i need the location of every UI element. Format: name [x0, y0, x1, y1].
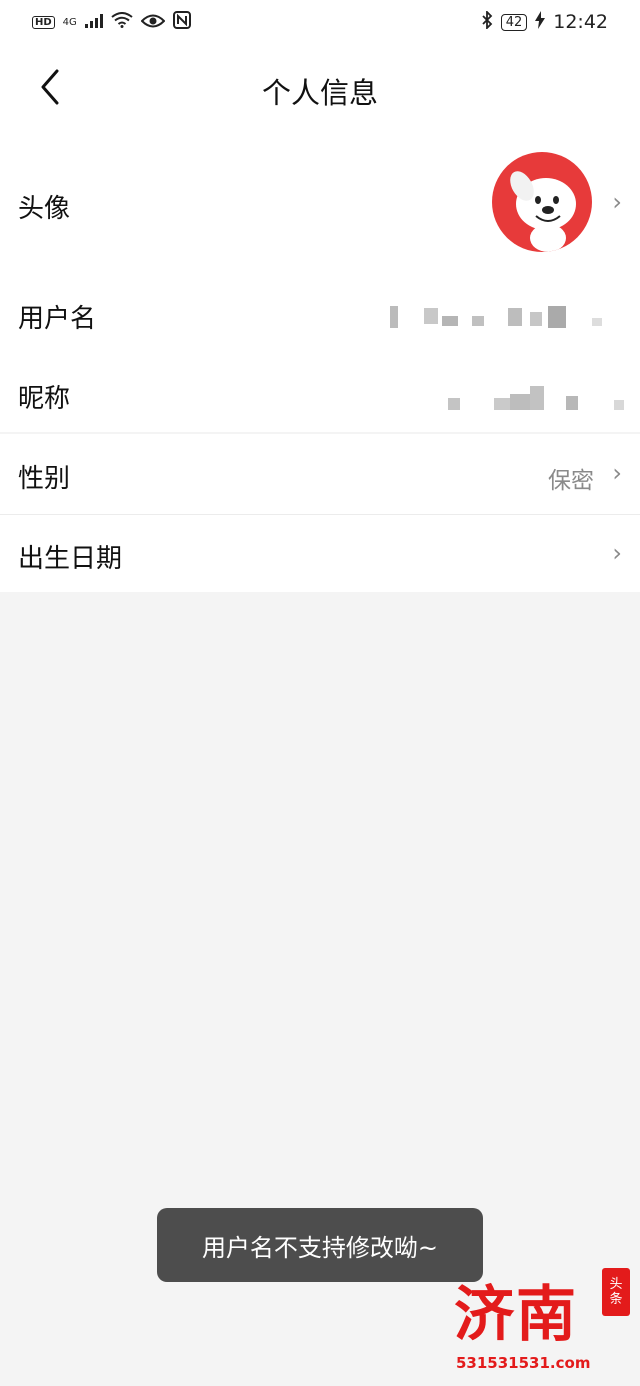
clock-time: 12:42 — [553, 11, 608, 33]
gender-value: 保密 — [548, 468, 594, 494]
nickname-label: 昵称 — [18, 384, 71, 414]
chevron-right-icon: › — [612, 539, 622, 567]
nickname-row[interactable]: 昵称 — [0, 354, 640, 432]
bluetooth-icon — [481, 9, 493, 34]
status-right: 42 12:42 — [481, 9, 608, 34]
watermark-url: 531531531.com — [456, 1354, 591, 1372]
birthday-label: 出生日期 — [18, 544, 123, 574]
watermark-badge-line1: 头 — [609, 1277, 623, 1292]
status-left: HD 4G — [32, 10, 191, 34]
chevron-right-icon: › — [612, 459, 622, 487]
nfc-icon — [172, 10, 191, 34]
page-title: 个人信息 — [261, 76, 378, 110]
mascot-dog-icon — [510, 171, 576, 252]
watermark-brand: 济南 — [454, 1280, 578, 1350]
toast-message: 用户名不支持修改呦~ — [157, 1208, 483, 1282]
nav-header: 个人信息 — [0, 44, 640, 134]
watermark-logo: 济南 头 条 531531531.com — [452, 1262, 632, 1380]
avatar-label: 头像 — [18, 194, 71, 224]
wifi-icon — [111, 11, 133, 33]
signal-icon — [84, 11, 103, 33]
eye-icon — [140, 11, 166, 33]
hd-icon: HD — [32, 15, 55, 29]
battery-icon: 42 — [500, 13, 528, 31]
charging-icon — [535, 10, 546, 34]
avatar[interactable] — [492, 152, 592, 252]
status-bar: HD 4G 42 12:42 — [0, 0, 640, 44]
chevron-right-icon: › — [612, 188, 622, 216]
gender-row[interactable]: 性别 保密 › — [0, 434, 640, 514]
gender-label: 性别 — [18, 464, 71, 494]
watermark-badge-line2: 条 — [609, 1292, 623, 1307]
watermark-badge: 头 条 — [602, 1268, 630, 1316]
username-row[interactable]: 用户名 — [0, 274, 640, 354]
birthday-row[interactable]: 出生日期 › — [0, 514, 640, 592]
username-label: 用户名 — [18, 304, 97, 334]
network-type-label: 4G — [62, 16, 77, 28]
